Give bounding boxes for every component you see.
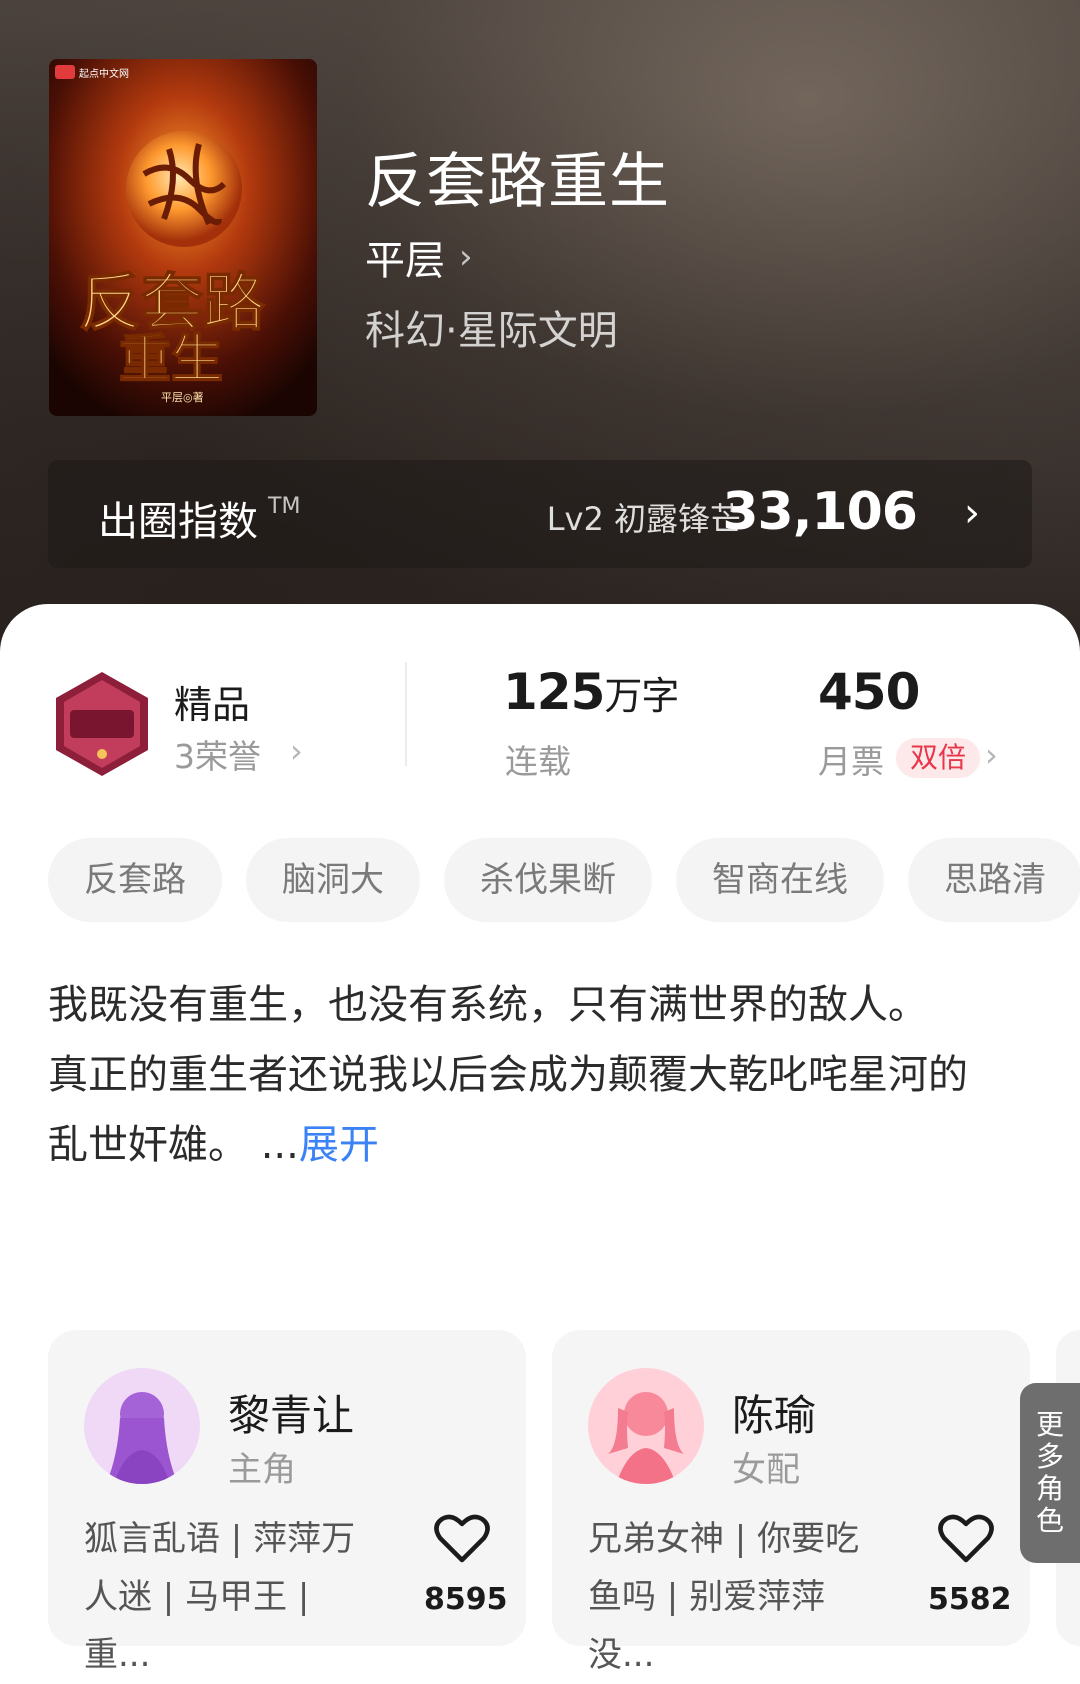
author-name: 平层: [365, 238, 445, 284]
expand-link[interactable]: 展开: [299, 1122, 379, 1168]
more-roles-button[interactable]: 更多角色: [1020, 1383, 1080, 1563]
word-count-number: 125: [503, 663, 605, 721]
book-cover[interactable]: 起点中文网 反套路 重生 平层◎著: [49, 59, 317, 416]
tag-chip[interactable]: 智商在线: [676, 838, 884, 922]
heart-icon[interactable]: [938, 1514, 994, 1564]
role-name: 陈瑜: [732, 1391, 817, 1440]
tag-chip[interactable]: 杀伐果断: [444, 838, 652, 922]
description-ellipsis: ...: [248, 1122, 299, 1168]
heart-icon[interactable]: [434, 1514, 490, 1564]
book-cover-art: 起点中文网 反套路 重生 平层◎著: [49, 59, 317, 416]
role-likes-count: 8595: [424, 1582, 508, 1617]
role-type: 女配: [732, 1450, 800, 1490]
description-paragraph-2-text: 真正的重生者还说我以后会成为颠覆大乾叱咤星河的乱世奸雄。: [48, 1052, 968, 1168]
premium-badge-icon[interactable]: [52, 670, 152, 778]
chevron-right-icon: ›: [459, 237, 473, 277]
description-paragraph-1: 我既没有重生，也没有系统，只有满世界的敌人。: [48, 982, 928, 1028]
tag-chip[interactable]: 反套路: [48, 838, 222, 922]
chevron-right-icon[interactable]: ›: [985, 736, 998, 774]
cover-author-credit: 平层◎著: [161, 390, 204, 404]
role-likes-count: 5582: [928, 1582, 1012, 1617]
role-name: 黎青让: [228, 1391, 355, 1440]
book-description: 我既没有重生，也没有系统，只有满世界的敌人。 真正的重生者还说我以后会成为颠覆大…: [48, 970, 998, 1180]
description-paragraph-2: 真正的重生者还说我以后会成为颠覆大乾叱咤星河的乱世奸雄。 ...展开: [48, 1040, 998, 1180]
role-description: 狐言乱语 | 萍萍万人迷 | 马甲王 | 重...: [84, 1519, 356, 1675]
monthly-votes-label: 月票: [818, 742, 884, 781]
role-description: 兄弟女神 | 你要吃鱼吗 | 别爱萍萍没...: [588, 1519, 860, 1675]
popularity-level: Lv2 初露锋芒: [546, 500, 742, 538]
honor-title: 精品: [174, 683, 251, 727]
popularity-index-label: 出圈指数: [98, 499, 258, 545]
role-card[interactable]: 黎青让 主角 狐言乱语 | 萍萍万人迷 | 马甲王 | 重... 8595: [48, 1330, 526, 1675]
honor-count[interactable]: 3荣誉: [174, 730, 261, 778]
popularity-value: 33,106: [722, 482, 918, 542]
cover-publisher: 起点中文网: [79, 67, 129, 80]
word-count-unit: 万字: [604, 674, 679, 718]
chevron-right-icon: ›: [964, 490, 980, 536]
role-card[interactable]: 陈瑜 女配 兄弟女神 | 你要吃鱼吗 | 别爱萍萍没... 5582: [552, 1330, 1030, 1675]
chevron-right-icon: ›: [290, 732, 303, 770]
avatar: [588, 1368, 704, 1484]
monthly-votes-count: 450: [818, 663, 920, 721]
more-roles-label: 更多角色: [1035, 1408, 1064, 1537]
word-count: 125万字: [503, 663, 679, 721]
tag-list: 反套路 脑洞大 杀伐果断 智商在线 思路清: [48, 838, 1080, 922]
book-title: 反套路重生: [365, 147, 670, 217]
book-header: 起点中文网 反套路 重生 平层◎著 反套路重生 平层 › 科幻·星际文明 出圈指…: [0, 0, 1080, 660]
avatar: [84, 1368, 200, 1484]
trademark-mark: TM: [268, 494, 301, 519]
cover-title-line1: 反套路: [79, 266, 266, 339]
tag-chip[interactable]: 思路清: [908, 838, 1080, 922]
serial-status: 连载: [505, 742, 571, 781]
tag-chip[interactable]: 脑洞大: [246, 838, 420, 922]
book-genre: 科幻·星际文明: [365, 308, 618, 354]
author-link[interactable]: 平层 ›: [365, 228, 473, 286]
popularity-index-bar[interactable]: 出圈指数 TM Lv2 初露锋芒 33,106 ›: [48, 460, 1032, 568]
role-type: 主角: [228, 1450, 296, 1490]
double-votes-badge: 双倍: [896, 738, 981, 778]
stats-divider: [405, 662, 407, 766]
cover-title-line2: 重生: [119, 330, 223, 390]
